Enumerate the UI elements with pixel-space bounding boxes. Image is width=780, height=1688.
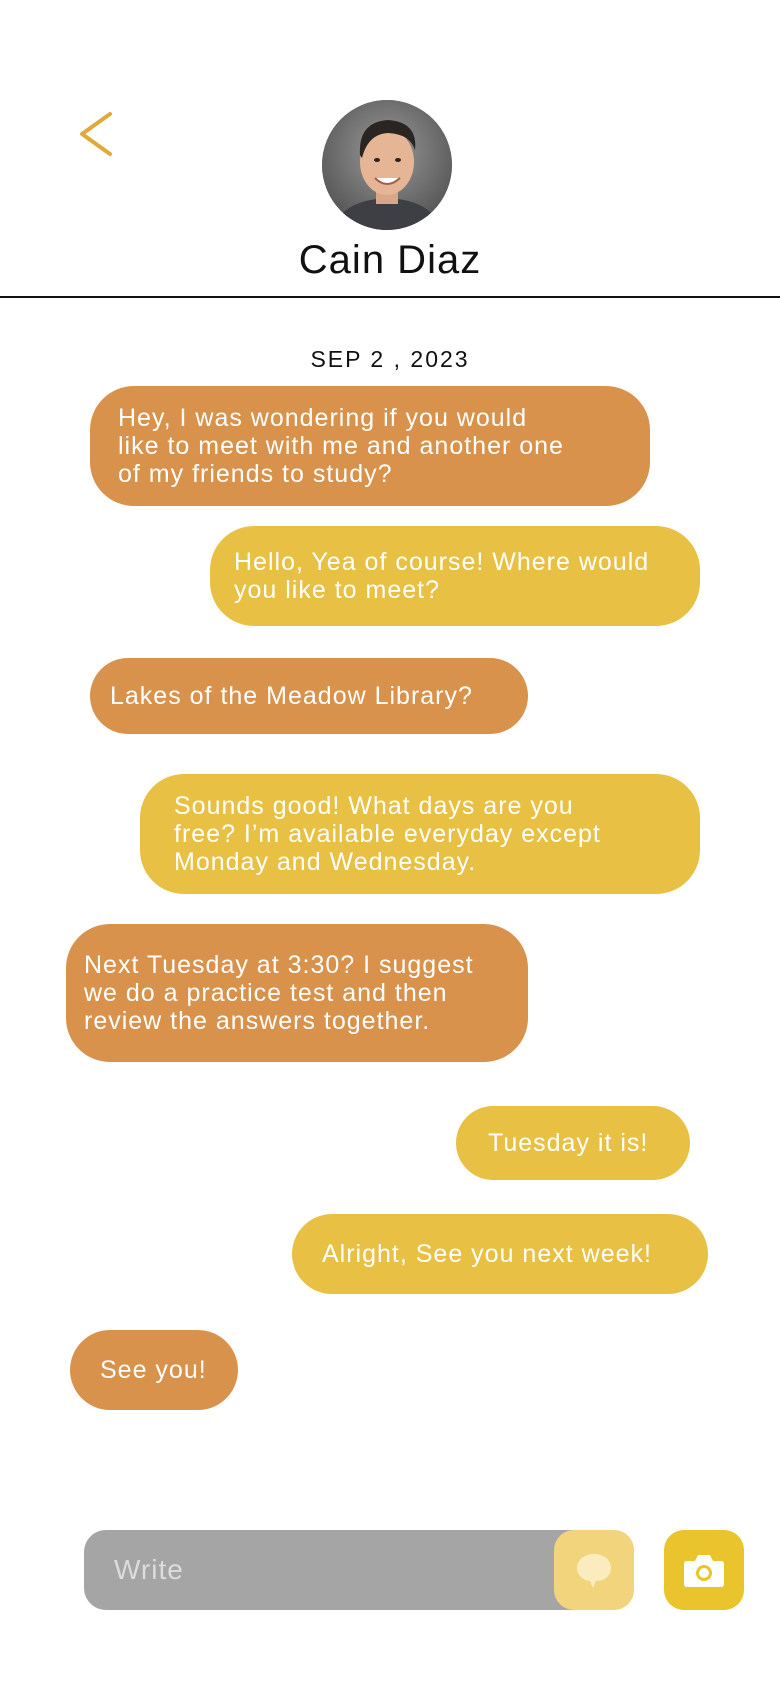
emoji-button[interactable] <box>554 1530 634 1610</box>
chevron-left-icon <box>80 112 112 156</box>
message-bubble-sent[interactable]: Tuesday it is! <box>456 1106 690 1180</box>
message-bubble-sent[interactable]: Hello, Yea of course! Where would you li… <box>210 526 700 626</box>
message-input[interactable] <box>84 1530 554 1610</box>
message-bubble-sent[interactable]: Sounds good! What days are you free? I’m… <box>140 774 700 894</box>
back-button[interactable] <box>72 104 120 164</box>
message-bubble-sent[interactable]: Alright, See you next week! <box>292 1214 708 1294</box>
speech-bubble-icon <box>577 1554 611 1588</box>
message-bubble-received[interactable]: See you! <box>70 1330 238 1410</box>
date-label: SEP 2 , 2023 <box>310 346 470 372</box>
message-bubble-received[interactable]: Next Tuesday at 3:30? I suggest we do a … <box>66 924 528 1062</box>
message-bubble-received[interactable]: Lakes of the Meadow Library? <box>90 658 528 734</box>
avatar[interactable] <box>322 100 452 230</box>
message-bubble-received[interactable]: Hey, I was wondering if you would like t… <box>90 386 650 506</box>
camera-icon <box>684 1555 724 1587</box>
contact-name: Cain Diaz <box>298 238 482 282</box>
avatar-image <box>322 100 452 230</box>
camera-button[interactable] <box>664 1530 744 1610</box>
header-divider <box>0 296 780 298</box>
message-composer <box>84 1530 634 1610</box>
